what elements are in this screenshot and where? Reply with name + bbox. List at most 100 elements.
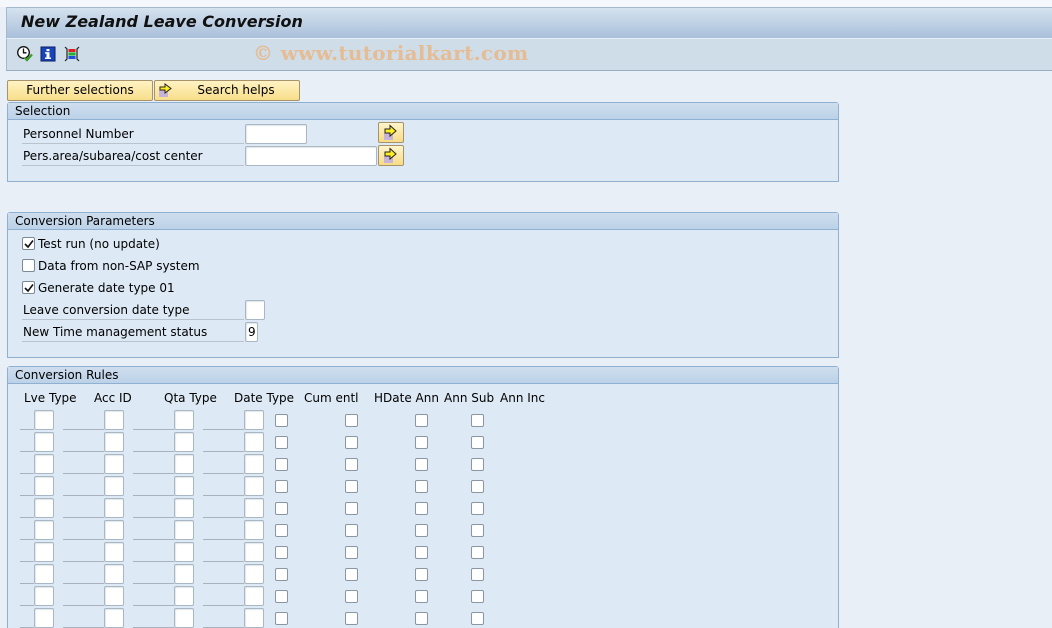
acc-id-input[interactable]	[104, 520, 124, 540]
ann-sub-checkbox[interactable]	[415, 458, 428, 471]
ann-inc-checkbox[interactable]	[471, 502, 484, 515]
lve-type-input[interactable]	[34, 410, 54, 430]
top-strip	[0, 0, 1052, 7]
acc-id-input[interactable]	[104, 454, 124, 474]
hdate-ann-checkbox[interactable]	[345, 414, 358, 427]
hdate-ann-checkbox[interactable]	[345, 502, 358, 515]
cum-entl-checkbox[interactable]	[275, 612, 288, 625]
qta-type-input[interactable]	[174, 432, 194, 452]
ann-inc-checkbox[interactable]	[471, 568, 484, 581]
lve-type-input[interactable]	[34, 608, 54, 628]
pers-area-multiple-selection-button[interactable]	[378, 145, 404, 166]
acc-id-input[interactable]	[104, 608, 124, 628]
ann-sub-checkbox[interactable]	[415, 414, 428, 427]
qta-type-input[interactable]	[174, 410, 194, 430]
date-type-input[interactable]	[244, 564, 264, 584]
qta-type-input[interactable]	[174, 520, 194, 540]
ann-inc-checkbox[interactable]	[471, 414, 484, 427]
execute-icon[interactable]	[16, 45, 34, 63]
date-type-input[interactable]	[244, 454, 264, 474]
acc-id-input[interactable]	[104, 542, 124, 562]
col-date-type: Date Type	[234, 391, 295, 405]
cell-underline	[203, 539, 244, 540]
ann-inc-checkbox[interactable]	[471, 436, 484, 449]
qta-type-input[interactable]	[174, 454, 194, 474]
cum-entl-checkbox[interactable]	[275, 568, 288, 581]
selection-screen-icon[interactable]	[63, 45, 81, 63]
search-helps-button[interactable]: Search helps	[154, 80, 300, 101]
ann-inc-checkbox[interactable]	[471, 524, 484, 537]
info-icon[interactable]	[39, 45, 57, 63]
hdate-ann-checkbox[interactable]	[345, 458, 358, 471]
ann-sub-checkbox[interactable]	[415, 480, 428, 493]
lve-type-input[interactable]	[34, 520, 54, 540]
qta-type-input[interactable]	[174, 542, 194, 562]
cum-entl-checkbox[interactable]	[275, 414, 288, 427]
qta-type-input[interactable]	[174, 476, 194, 496]
acc-id-input[interactable]	[104, 564, 124, 584]
hdate-ann-checkbox[interactable]	[345, 590, 358, 603]
cell-underline	[20, 495, 34, 496]
generate-date-type-checkbox[interactable]	[22, 281, 35, 294]
lve-type-input[interactable]	[34, 454, 54, 474]
date-type-input[interactable]	[244, 520, 264, 540]
cum-entl-checkbox[interactable]	[275, 502, 288, 515]
ann-sub-checkbox[interactable]	[415, 502, 428, 515]
acc-id-input[interactable]	[104, 498, 124, 518]
ann-sub-checkbox[interactable]	[415, 568, 428, 581]
pers-area-input[interactable]	[245, 146, 377, 166]
personnel-number-multiple-selection-button[interactable]	[378, 122, 404, 143]
date-type-input[interactable]	[244, 608, 264, 628]
lve-type-input[interactable]	[34, 542, 54, 562]
cum-entl-checkbox[interactable]	[275, 524, 288, 537]
hdate-ann-checkbox[interactable]	[345, 546, 358, 559]
cum-entl-checkbox[interactable]	[275, 480, 288, 493]
date-type-input[interactable]	[244, 476, 264, 496]
ann-sub-checkbox[interactable]	[415, 436, 428, 449]
further-selections-button[interactable]: Further selections	[7, 80, 153, 101]
lve-type-input[interactable]	[34, 498, 54, 518]
acc-id-input[interactable]	[104, 410, 124, 430]
ann-inc-checkbox[interactable]	[471, 546, 484, 559]
qta-type-input[interactable]	[174, 608, 194, 628]
acc-id-input[interactable]	[104, 432, 124, 452]
lve-type-input[interactable]	[34, 564, 54, 584]
date-type-input[interactable]	[244, 410, 264, 430]
ann-inc-checkbox[interactable]	[471, 612, 484, 625]
ann-sub-checkbox[interactable]	[415, 590, 428, 603]
cum-entl-checkbox[interactable]	[275, 546, 288, 559]
cum-entl-checkbox[interactable]	[275, 458, 288, 471]
hdate-ann-checkbox[interactable]	[345, 436, 358, 449]
lve-type-input[interactable]	[34, 586, 54, 606]
qta-type-input[interactable]	[174, 586, 194, 606]
test-run-checkbox[interactable]	[22, 237, 35, 250]
ann-inc-checkbox[interactable]	[471, 480, 484, 493]
date-type-input[interactable]	[244, 498, 264, 518]
personnel-number-input[interactable]	[245, 124, 307, 144]
ann-sub-checkbox[interactable]	[415, 546, 428, 559]
acc-id-input[interactable]	[104, 476, 124, 496]
qta-type-input[interactable]	[174, 498, 194, 518]
lve-type-input[interactable]	[34, 432, 54, 452]
cell-underline	[203, 451, 244, 452]
non-sap-data-checkbox[interactable]	[22, 259, 35, 272]
leave-conversion-date-type-input[interactable]	[245, 300, 265, 320]
ann-inc-checkbox[interactable]	[471, 590, 484, 603]
hdate-ann-checkbox[interactable]	[345, 480, 358, 493]
lve-type-input[interactable]	[34, 476, 54, 496]
date-type-input[interactable]	[244, 586, 264, 606]
ann-sub-checkbox[interactable]	[415, 524, 428, 537]
cum-entl-checkbox[interactable]	[275, 590, 288, 603]
hdate-ann-checkbox[interactable]	[345, 612, 358, 625]
leave-conversion-date-type-label: Leave conversion date type	[22, 300, 244, 320]
hdate-ann-checkbox[interactable]	[345, 524, 358, 537]
cum-entl-checkbox[interactable]	[275, 436, 288, 449]
ann-inc-checkbox[interactable]	[471, 458, 484, 471]
date-type-input[interactable]	[244, 432, 264, 452]
qta-type-input[interactable]	[174, 564, 194, 584]
date-type-input[interactable]	[244, 542, 264, 562]
ann-sub-checkbox[interactable]	[415, 612, 428, 625]
time-management-status-input[interactable]	[245, 322, 258, 342]
acc-id-input[interactable]	[104, 586, 124, 606]
hdate-ann-checkbox[interactable]	[345, 568, 358, 581]
